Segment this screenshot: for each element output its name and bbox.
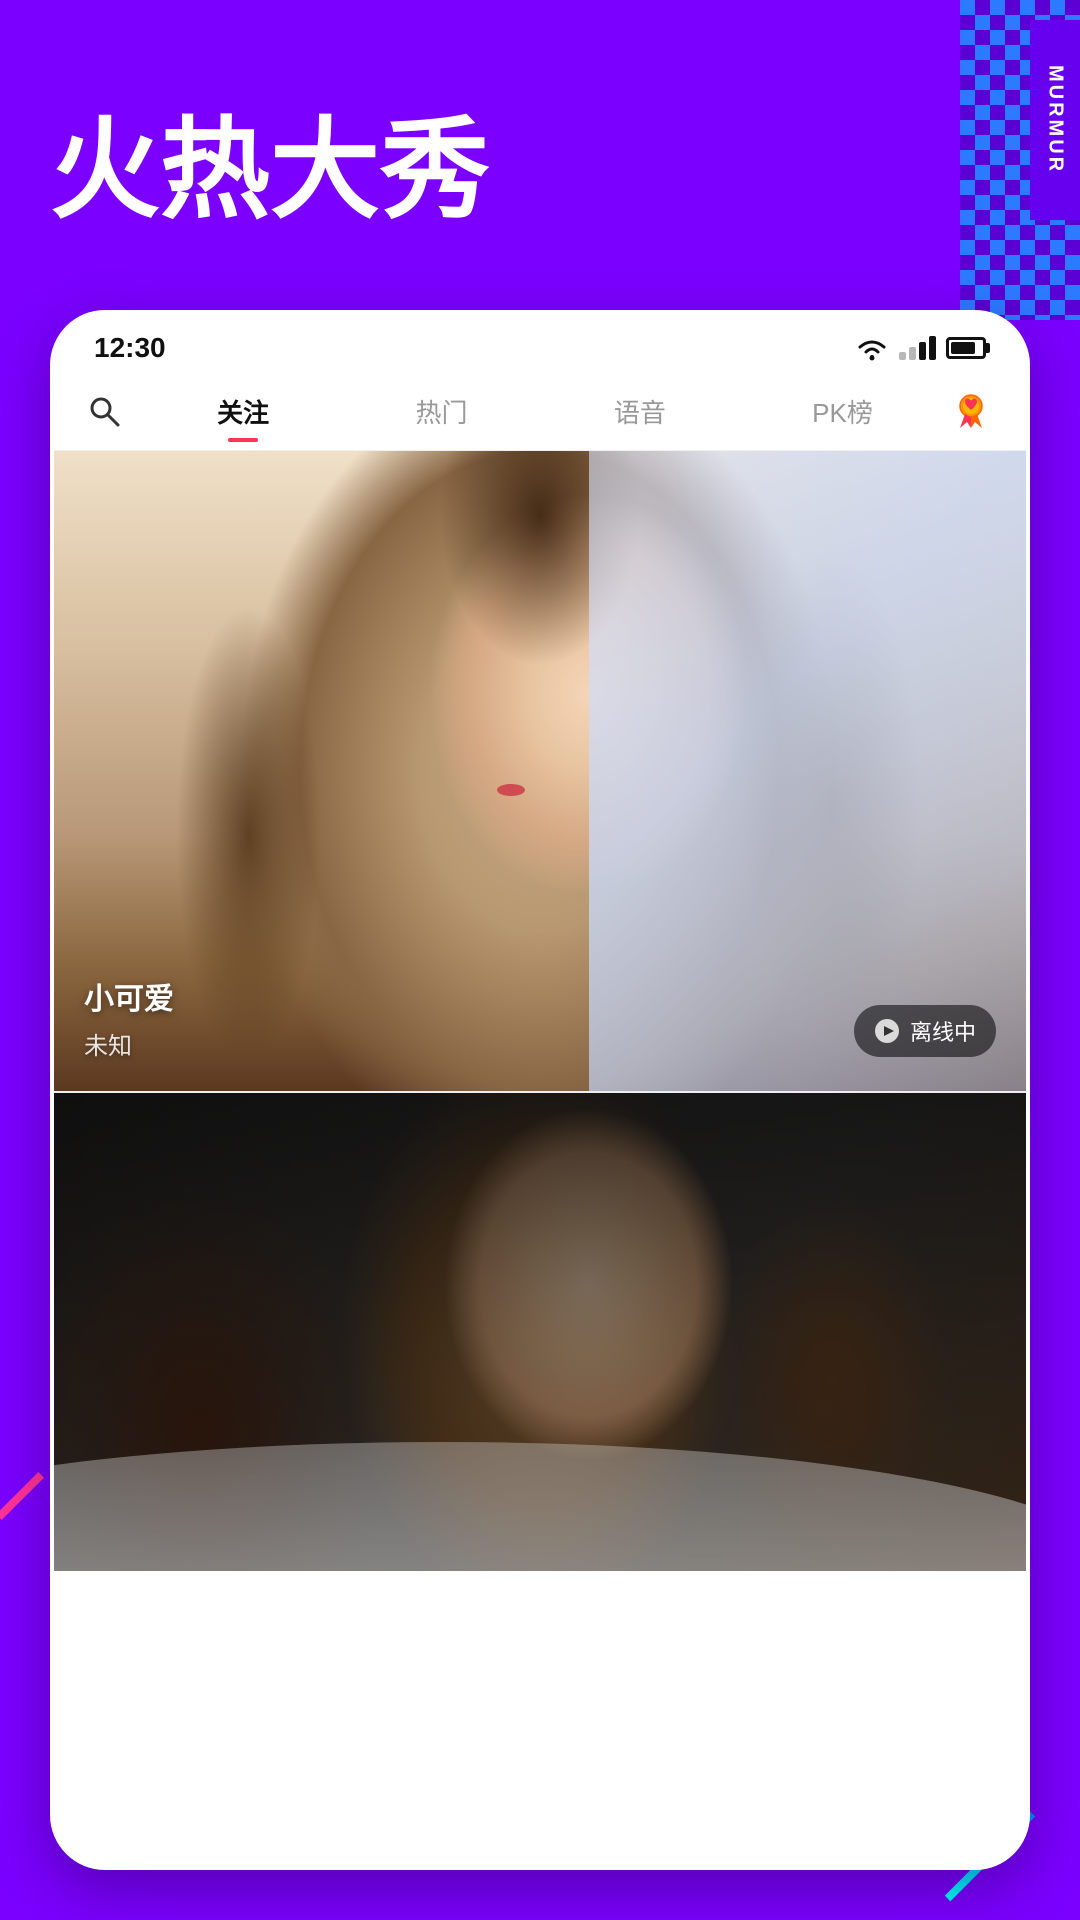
status-time: 12:30 — [94, 332, 166, 364]
card-1-info: 小可爱 未知 — [84, 974, 174, 1061]
signal-icon — [899, 336, 936, 360]
murmur-text: MURMUR — [1044, 65, 1067, 174]
battery-icon — [946, 337, 986, 359]
tab-hot[interactable]: 热门 — [407, 389, 475, 434]
tab-list: 关注 热门 语音 PK榜 — [144, 389, 946, 434]
video-card-2[interactable] — [54, 1091, 1026, 1571]
card-1-sub: 未知 — [84, 1026, 174, 1061]
page-title: 火热大秀 — [50, 80, 490, 240]
wifi-icon — [855, 335, 889, 361]
tab-follow[interactable]: 关注 — [209, 389, 277, 434]
card-1-name: 小可爱 — [84, 974, 174, 1018]
video-card-1[interactable]: 小可爱 未知 离线中 — [54, 451, 1026, 1091]
status-bar: 12:30 — [54, 314, 1026, 372]
award-icon — [950, 390, 992, 432]
phone-mockup: 12:30 — [50, 310, 1030, 1870]
play-circle-icon — [874, 1018, 900, 1044]
offline-badge: 离线中 — [854, 1005, 996, 1057]
award-button[interactable] — [946, 386, 996, 436]
status-icons — [855, 335, 986, 361]
content-area: 小可爱 未知 离线中 — [54, 451, 1026, 1870]
offline-text: 离线中 — [910, 1015, 976, 1047]
nav-tabs: 关注 热门 语音 PK榜 — [54, 372, 1026, 451]
search-icon — [86, 393, 122, 429]
murmur-label: MURMUR — [1030, 20, 1080, 220]
tab-voice[interactable]: 语音 — [606, 389, 674, 434]
tab-pk[interactable]: PK榜 — [804, 389, 881, 434]
search-button[interactable] — [84, 391, 124, 431]
